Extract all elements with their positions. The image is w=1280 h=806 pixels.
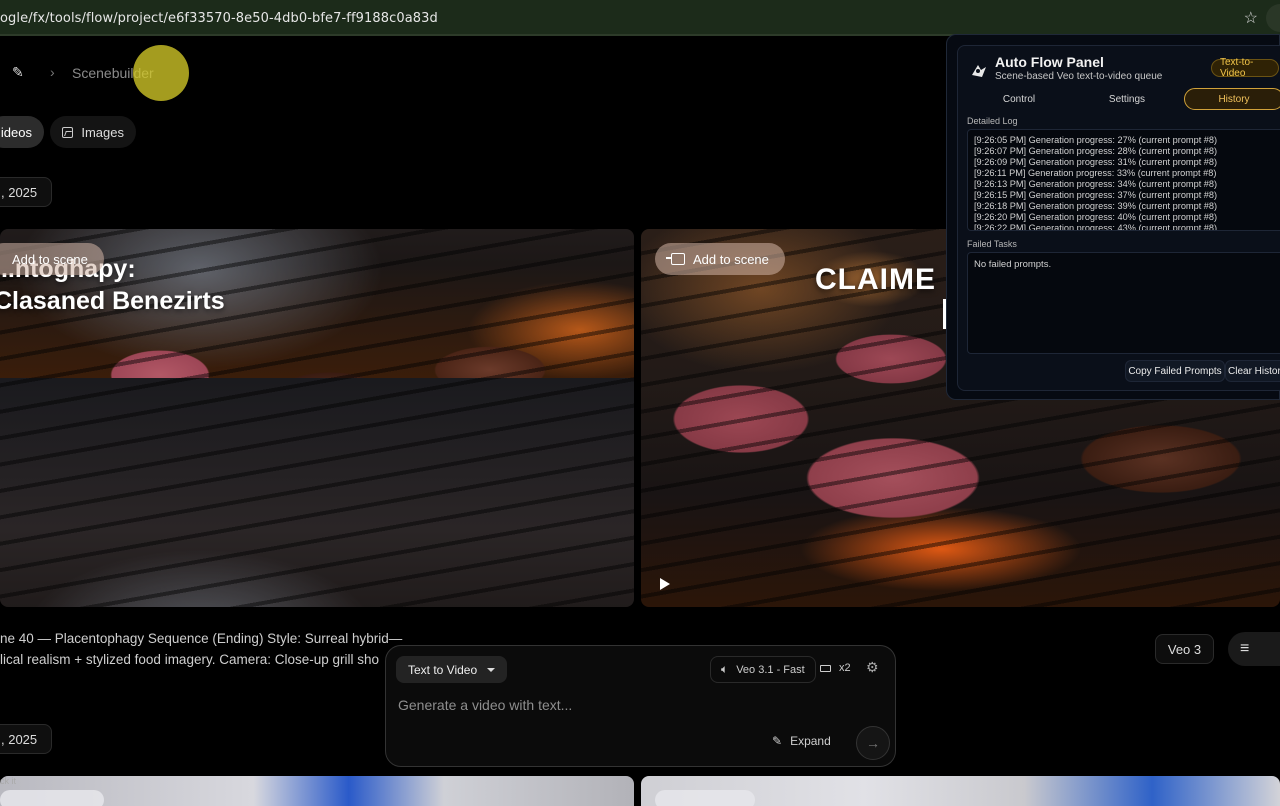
panel-title: Auto Flow Panel bbox=[995, 54, 1104, 70]
caret-down-icon bbox=[487, 667, 496, 672]
browser-url-bar: ogle/fx/tools/flow/project/e6f33570-8e50… bbox=[0, 0, 1280, 36]
mode-badge: Text-to-Video bbox=[1211, 57, 1279, 79]
model-badge: Veo 3 bbox=[1155, 634, 1214, 664]
url-text[interactable]: ogle/fx/tools/flow/project/e6f33570-8e50… bbox=[0, 11, 438, 26]
clear-history-button[interactable]: Clear Histor bbox=[1225, 360, 1280, 382]
model-label: Veo 3.1 - Fast bbox=[736, 663, 805, 676]
log-line: [9:26:13 PM] Generation progress: 34% (c… bbox=[974, 179, 1218, 189]
video-card[interactable] bbox=[0, 776, 634, 806]
detailed-log[interactable]: [9:26:05 PM] Generation progress: 27% (c… bbox=[967, 129, 1280, 231]
logo-icon bbox=[972, 65, 986, 77]
prompt-composer: Text to Video 🔈︎ Veo 3.1 - Fast x2 ⚙︎ ✎ … bbox=[385, 645, 896, 767]
count-label: x2 bbox=[839, 662, 851, 674]
tab-images[interactable]: Images bbox=[50, 116, 136, 148]
log-line: [9:26:22 PM] Generation progress: 43% (c… bbox=[974, 223, 1218, 231]
add-to-scene-button[interactable]: Add to scene bbox=[655, 243, 785, 275]
play-icon[interactable] bbox=[660, 578, 670, 590]
log-line: [9:26:18 PM] Generation progress: 39% (c… bbox=[974, 201, 1218, 211]
log-line: [9:26:20 PM] Generation progress: 40% (c… bbox=[974, 212, 1218, 222]
add-scene-icon bbox=[666, 253, 685, 265]
settings-sliders-icon[interactable]: ⚙︎ bbox=[866, 659, 879, 676]
tab-images-label: Images bbox=[81, 124, 124, 140]
video-overlay-text: CLAIME bbox=[815, 263, 947, 329]
video-card[interactable]: ...ntoghapy: Clasaned Benezirts Add to s… bbox=[0, 229, 634, 607]
failed-tasks-text: No failed prompts. bbox=[974, 259, 1052, 270]
pencil-icon[interactable]: ✎ bbox=[12, 64, 24, 81]
log-line: [9:26:09 PM] Generation progress: 31% (c… bbox=[974, 157, 1218, 167]
card-pill bbox=[0, 790, 104, 806]
cursor-highlight bbox=[133, 45, 189, 101]
log-line: [9:26:07 PM] Generation progress: 28% (c… bbox=[974, 146, 1218, 156]
card-pill bbox=[655, 790, 755, 806]
auto-flow-panel: Auto Flow Panel Scene-based Veo text-to-… bbox=[946, 34, 1280, 400]
add-scene-label: Add to scene bbox=[12, 251, 88, 267]
bottom-caption: ck it bbox=[0, 776, 17, 786]
mode-dropdown[interactable]: Text to Video bbox=[396, 656, 508, 683]
detailed-log-label: Detailed Log bbox=[967, 116, 1018, 126]
date-chip: , 2025 bbox=[0, 177, 53, 207]
tab-videos[interactable]: ideos bbox=[0, 116, 44, 148]
expand-label: Expand bbox=[790, 734, 831, 748]
log-line: [9:26:05 PM] Generation progress: 27% (c… bbox=[974, 135, 1218, 145]
prompt-line: lical realism + stylized food imagery. C… bbox=[0, 652, 380, 667]
prompt-input[interactable] bbox=[398, 694, 878, 716]
panel-subtitle: Scene-based Veo text-to-video queue bbox=[995, 71, 1163, 82]
send-button[interactable]: → bbox=[856, 726, 890, 760]
star-icon[interactable]: ☆ bbox=[1244, 8, 1258, 28]
magic-wand-icon: ✎ bbox=[772, 734, 783, 748]
image-icon bbox=[62, 126, 74, 138]
list-icon[interactable]: ≡ bbox=[1228, 632, 1280, 666]
prompt-description: ne 40 — Placentophagy Sequence (Ending) … bbox=[0, 628, 410, 670]
log-line: [9:26:15 PM] Generation progress: 37% (c… bbox=[974, 190, 1218, 200]
tab-videos-label: ideos bbox=[0, 124, 32, 140]
prompt-line: ne 40 — Placentophagy Sequence (Ending) … bbox=[0, 631, 403, 646]
tab-settings[interactable]: Settings bbox=[1095, 88, 1159, 110]
expand-button[interactable]: ✎ Expand bbox=[772, 734, 831, 748]
chevron-right-icon: › bbox=[50, 64, 55, 80]
add-to-scene-button[interactable]: Add to scene bbox=[0, 243, 104, 275]
video-card[interactable] bbox=[641, 776, 1280, 806]
url-bar-edge bbox=[1266, 4, 1280, 32]
date-chip: , 2025 bbox=[0, 724, 53, 754]
mode-label: Text to Video bbox=[408, 662, 478, 677]
copy-failed-prompts-button[interactable]: Copy Failed Prompts bbox=[1125, 360, 1225, 382]
add-scene-label: Add to scene bbox=[693, 251, 769, 267]
speaker-icon: 🔈︎ bbox=[721, 662, 729, 676]
log-line: [9:26:11 PM] Generation progress: 33% (c… bbox=[974, 168, 1217, 178]
failed-tasks-box: No failed prompts. bbox=[967, 252, 1280, 354]
tab-control[interactable]: Control bbox=[987, 88, 1051, 110]
output-count[interactable]: x2 bbox=[820, 662, 851, 674]
model-selector[interactable]: 🔈︎ Veo 3.1 - Fast bbox=[710, 656, 816, 683]
aspect-ratio-icon bbox=[820, 664, 831, 672]
tab-history[interactable]: History bbox=[1184, 88, 1280, 110]
failed-tasks-label: Failed Tasks bbox=[967, 239, 1017, 249]
